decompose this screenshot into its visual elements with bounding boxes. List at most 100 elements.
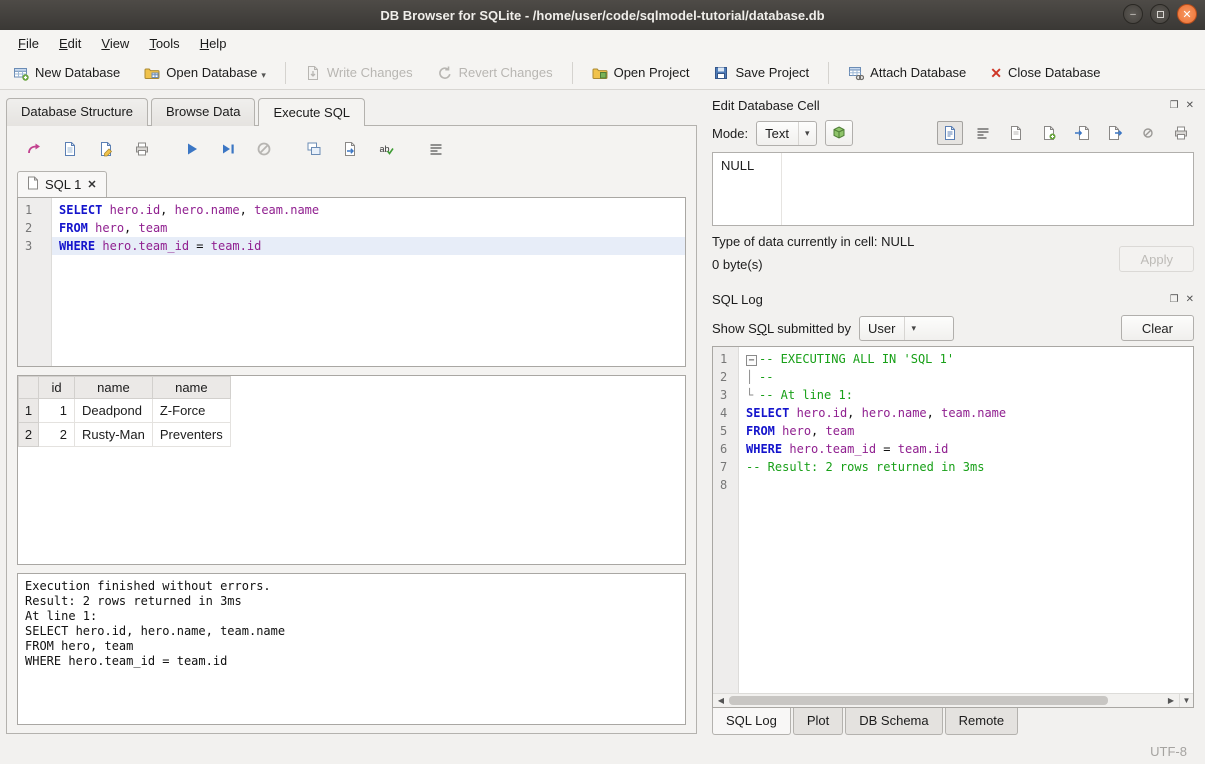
apply-button[interactable]: Apply xyxy=(1119,246,1194,272)
execute-line-button[interactable] xyxy=(215,137,241,161)
sql-editor[interactable]: 123 SELECT hero.id, hero.name, team.name… xyxy=(17,197,686,367)
table-cell[interactable]: 2 xyxy=(39,423,75,447)
save-sql-as-button[interactable] xyxy=(93,137,119,161)
new-database-button[interactable]: New Database xyxy=(8,62,125,84)
right-dock-column: Edit Database Cell ❐ ✕ Mode: Text ▾ xyxy=(710,90,1205,738)
column-header-name[interactable]: name xyxy=(152,377,230,399)
titlebar[interactable]: DB Browser for SQLite - /home/user/code/… xyxy=(0,0,1205,30)
set-null-button[interactable] xyxy=(1135,121,1161,145)
cell-type-info: Type of data currently in cell: NULL xyxy=(712,234,914,249)
open-database-button[interactable]: Open Database ▾ xyxy=(139,62,271,84)
auto-completion-button[interactable]: ab xyxy=(373,137,399,161)
export-results-icon xyxy=(342,141,358,157)
execution-message[interactable]: Execution finished without errors. Resul… xyxy=(17,573,686,725)
close-panel-icon[interactable]: ✕ xyxy=(1186,294,1194,305)
import-text-button[interactable] xyxy=(1069,121,1095,145)
maximize-button[interactable] xyxy=(1150,4,1170,24)
execute-sql-panel: ab SQL 1 ✕ 123 SELECT hero.id, hero.n xyxy=(6,125,697,734)
column-header-id[interactable]: id xyxy=(39,377,75,399)
auto-format-button[interactable] xyxy=(825,120,853,146)
tab-remote[interactable]: Remote xyxy=(945,708,1019,735)
toolbar-separator xyxy=(828,62,829,84)
open-database-icon xyxy=(144,65,160,81)
attach-database-button[interactable]: Attach Database xyxy=(843,62,971,84)
open-in-new-tab-button[interactable] xyxy=(301,137,327,161)
auto-completion-icon: ab xyxy=(378,141,394,157)
close-tab-icon[interactable]: ✕ xyxy=(87,178,96,191)
write-changes-icon xyxy=(305,65,321,81)
cube-icon xyxy=(831,125,847,141)
sql-log-view[interactable]: 12345678 −-- EXECUTING ALL IN 'SQL 1'│--… xyxy=(712,346,1194,708)
sql-document-tab[interactable]: SQL 1 ✕ xyxy=(17,171,107,197)
close-panel-icon[interactable]: ✕ xyxy=(1186,100,1194,111)
tab-db-schema[interactable]: DB Schema xyxy=(845,708,942,735)
write-changes-button[interactable]: Write Changes xyxy=(300,62,418,84)
open-project-label: Open Project xyxy=(614,65,690,80)
chevron-down-icon: ▾ xyxy=(904,317,922,340)
scroll-left-icon[interactable]: ◀ xyxy=(715,696,727,705)
import-text-icon xyxy=(1074,125,1090,141)
stop-button[interactable] xyxy=(251,137,277,161)
table-row: 2 2 Rusty-Man Preventers xyxy=(19,423,231,447)
scroll-right-icon[interactable]: ▶ xyxy=(1165,696,1177,705)
cell-size-info: 0 byte(s) xyxy=(712,257,914,272)
menu-help[interactable]: Help xyxy=(190,32,237,55)
export-text-icon xyxy=(1107,125,1123,141)
export-text-button[interactable] xyxy=(1102,121,1128,145)
row-header: 1 xyxy=(19,399,39,423)
word-wrap-icon xyxy=(428,141,444,157)
open-sql-file-button[interactable] xyxy=(21,137,47,161)
horizontal-scrollbar[interactable]: ◀ ▶ xyxy=(713,693,1179,707)
table-cell[interactable]: Rusty-Man xyxy=(75,423,153,447)
save-file-button[interactable] xyxy=(1036,121,1062,145)
clear-button[interactable]: Clear xyxy=(1121,315,1194,341)
menu-view[interactable]: View xyxy=(91,32,139,55)
column-header-name[interactable]: name xyxy=(75,377,153,399)
wrap-lines-button[interactable] xyxy=(970,121,996,145)
log-filter-combobox[interactable]: User ▾ xyxy=(859,316,954,341)
save-sql-file-button[interactable] xyxy=(57,137,83,161)
float-panel-icon[interactable]: ❐ xyxy=(1170,100,1179,111)
revert-changes-button[interactable]: Revert Changes xyxy=(432,62,558,84)
log-filter-label: Show SQL submitted by xyxy=(712,321,851,336)
mode-combobox[interactable]: Text ▾ xyxy=(756,121,816,146)
text-mode-button[interactable] xyxy=(937,121,963,145)
print-sql-button[interactable] xyxy=(129,137,155,161)
maximize-icon xyxy=(1157,11,1164,18)
table-cell[interactable]: Preventers xyxy=(152,423,230,447)
attach-database-label: Attach Database xyxy=(870,65,966,80)
tab-browse-data[interactable]: Browse Data xyxy=(151,98,255,126)
cell-editor[interactable]: NULL xyxy=(712,152,1194,226)
revert-changes-label: Revert Changes xyxy=(459,65,553,80)
open-file-button[interactable] xyxy=(1003,121,1029,145)
table-cell[interactable]: Z-Force xyxy=(152,399,230,423)
close-button[interactable]: ✕ xyxy=(1177,4,1197,24)
save-sql-file-icon xyxy=(62,141,78,157)
tab-database-structure[interactable]: Database Structure xyxy=(6,98,148,126)
row-header: 2 xyxy=(19,423,39,447)
open-project-button[interactable]: Open Project xyxy=(587,62,695,84)
menu-file[interactable]: File xyxy=(8,32,49,55)
scroll-down-icon[interactable]: ▼ xyxy=(1179,693,1193,707)
execute-all-button[interactable] xyxy=(179,137,205,161)
save-project-button[interactable]: Save Project xyxy=(708,62,814,84)
close-database-button[interactable]: ✕ Close Database xyxy=(985,62,1105,83)
minimize-button[interactable]: – xyxy=(1123,4,1143,24)
table-cell[interactable]: 1 xyxy=(39,399,75,423)
minimize-icon: – xyxy=(1130,9,1136,20)
word-wrap-button[interactable] xyxy=(423,137,449,161)
table-cell[interactable]: Deadpond xyxy=(75,399,153,423)
open-project-icon xyxy=(592,65,608,81)
menu-edit[interactable]: Edit xyxy=(49,32,91,55)
print-cell-button[interactable] xyxy=(1168,121,1194,145)
tab-sql-log[interactable]: SQL Log xyxy=(712,708,791,735)
mode-value: Text xyxy=(765,126,789,141)
tab-plot[interactable]: Plot xyxy=(793,708,843,735)
export-results-button[interactable] xyxy=(337,137,363,161)
menu-tools[interactable]: Tools xyxy=(139,32,189,55)
status-bar: UTF-8 xyxy=(0,738,1205,764)
tab-execute-sql[interactable]: Execute SQL xyxy=(258,98,365,126)
save-project-label: Save Project xyxy=(735,65,809,80)
float-panel-icon[interactable]: ❐ xyxy=(1170,294,1179,305)
scrollbar-thumb[interactable] xyxy=(729,696,1108,705)
